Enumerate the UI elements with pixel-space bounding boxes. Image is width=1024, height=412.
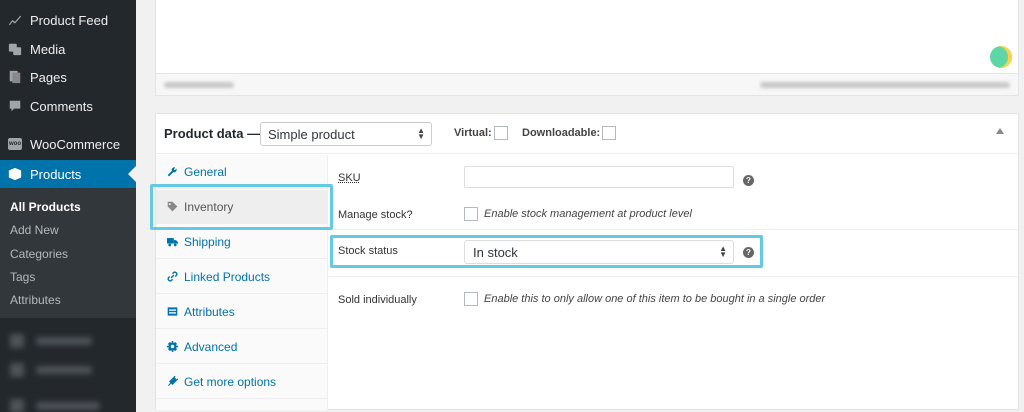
editor-status-bar — [156, 73, 1018, 95]
product-data-header: Product data — Simple product ▲ ▼ Virtual… — [156, 114, 1018, 154]
menu-item-media[interactable]: Media — [0, 35, 136, 63]
submenu-all-products[interactable]: All Products — [10, 200, 81, 214]
menu-item-label: Comments — [30, 98, 93, 114]
divider — [328, 276, 1018, 277]
menu-item-label: Products — [30, 166, 82, 182]
select-arrows-icon: ▲ ▼ — [417, 126, 425, 141]
menu-item-pages[interactable]: Pages — [0, 63, 136, 91]
blurred-menu-item — [10, 363, 92, 377]
wrench-icon — [166, 166, 178, 178]
product-data-title: Product data — — [164, 126, 261, 141]
sku-label: SKU — [338, 172, 361, 184]
virtual-checkbox[interactable] — [493, 126, 508, 140]
tab-linked-products[interactable]: Linked Products — [156, 260, 327, 294]
menu-item-woocommerce[interactable]: woo WooCommerce — [0, 130, 136, 158]
tab-attributes[interactable]: Attributes — [156, 295, 327, 329]
manage-stock-description: Enable stock management at product level — [484, 208, 692, 220]
tab-label: General — [184, 164, 227, 179]
product-type-value: Simple product — [268, 126, 355, 142]
submenu-tags[interactable]: Tags — [10, 270, 35, 284]
submenu-add-new[interactable]: Add New — [10, 223, 59, 237]
content-editor[interactable] — [155, 0, 1019, 96]
last-edited-blurred — [760, 82, 1010, 88]
woocommerce-icon: woo — [8, 137, 22, 151]
tab-label: Attributes — [184, 304, 235, 319]
collapse-toggle-icon[interactable] — [996, 128, 1004, 134]
menu-item-label: Pages — [30, 69, 67, 85]
menu-item-products[interactable]: Products — [0, 160, 136, 188]
admin-sidebar: Product Feed Media Pages Comments woo Wo… — [0, 0, 136, 412]
tab-advanced[interactable]: Advanced — [156, 330, 327, 364]
downloadable-checkbox[interactable] — [602, 126, 617, 140]
tab-label: Get more options — [184, 374, 277, 389]
help-icon[interactable]: ? — [743, 175, 754, 186]
submenu-categories[interactable]: Categories — [10, 247, 68, 261]
sku-input[interactable] — [464, 166, 734, 188]
manage-stock-checkbox[interactable] — [464, 207, 478, 221]
truck-icon — [166, 236, 178, 248]
tab-label: Linked Products — [184, 269, 271, 284]
link-icon — [166, 271, 178, 283]
stock-status-highlight — [330, 235, 763, 268]
virtual-label: Virtual: — [454, 127, 492, 139]
tab-label: Advanced — [184, 339, 238, 354]
sold-individually-label: Sold individually — [338, 294, 417, 306]
inventory-tab-highlight — [150, 184, 333, 230]
sold-individually-description: Enable this to only allow one of this it… — [484, 293, 826, 305]
downloadable-label: Downloadable: — [522, 127, 601, 139]
products-icon — [8, 167, 22, 181]
menu-item-label: WooCommerce — [30, 136, 121, 152]
sold-individually-checkbox[interactable] — [464, 292, 478, 306]
downloadable-option: Downloadable: — [522, 126, 617, 140]
comments-icon — [8, 99, 22, 113]
word-count-blurred — [164, 82, 234, 88]
chart-icon — [8, 13, 22, 27]
divider — [328, 229, 1018, 230]
menu-item-comments[interactable]: Comments — [0, 92, 136, 120]
submenu-attributes[interactable]: Attributes — [10, 293, 61, 307]
grammarly-icon[interactable] — [990, 46, 1012, 68]
menu-item-label: Product Feed — [30, 12, 109, 28]
manage-stock-label: Manage stock? — [338, 209, 413, 221]
virtual-option: Virtual: — [454, 126, 508, 140]
pages-icon — [8, 70, 22, 84]
media-icon — [8, 42, 22, 56]
current-menu-arrow — [128, 166, 136, 182]
plugin-icon — [166, 376, 178, 388]
blurred-menu-item — [10, 399, 100, 412]
menu-item-product-feed[interactable]: Product Feed — [0, 6, 136, 34]
products-submenu: All Products Add New Categories Tags Att… — [0, 188, 136, 318]
blurred-menu-item — [10, 334, 92, 348]
tab-get-more-options[interactable]: Get more options — [156, 365, 327, 399]
gear-icon — [166, 341, 178, 353]
tab-label: Shipping — [184, 234, 231, 249]
tab-shipping[interactable]: Shipping — [156, 225, 327, 259]
menu-item-label: Media — [30, 41, 66, 57]
table-icon — [166, 306, 178, 318]
product-type-select[interactable]: Simple product ▲ ▼ — [260, 122, 432, 146]
